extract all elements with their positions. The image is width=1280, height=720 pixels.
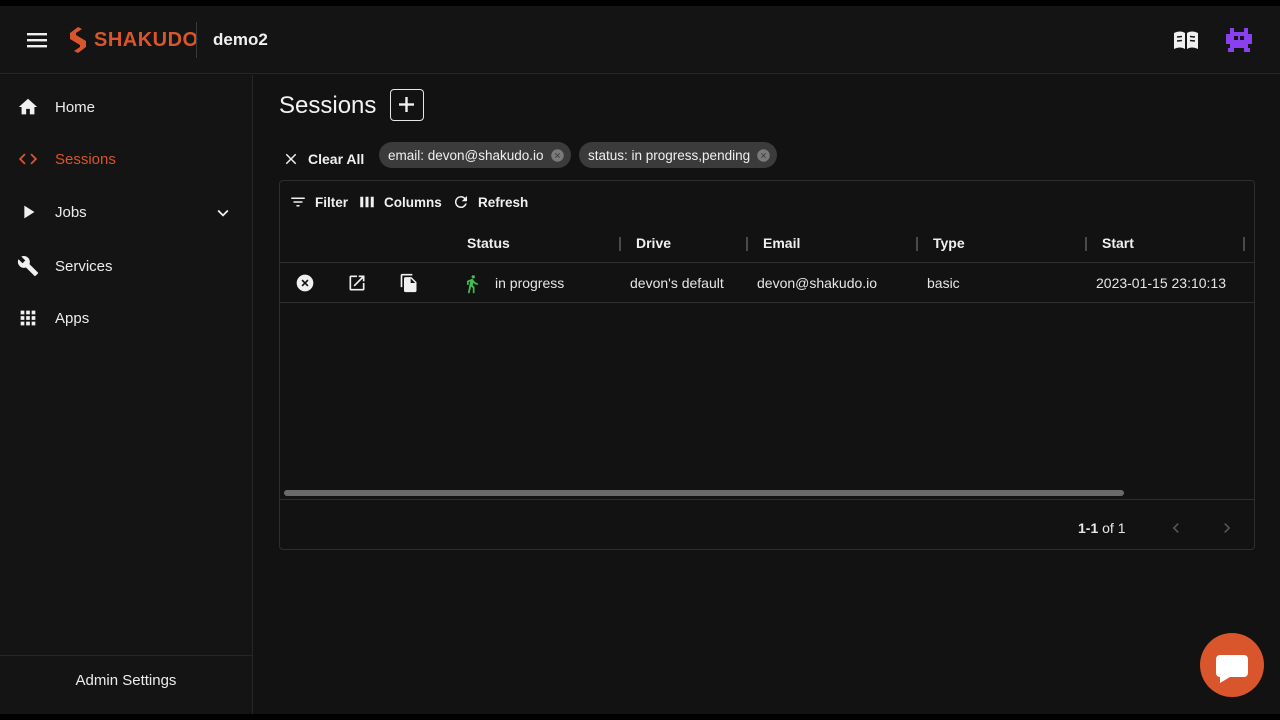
app-window: SHAKUDO demo2 Home Sessions Jobs Service… [0,6,1280,714]
sessions-table: Filter Columns Refresh Status Drive Emai… [279,180,1255,550]
apps-grid-icon [17,307,39,329]
column-separator[interactable] [1243,237,1245,251]
sidebar-item-label: Services [55,257,113,275]
previous-page-icon[interactable] [1166,518,1186,538]
filter-chip-email: email: devon@shakudo.io [379,142,571,168]
sidebar-item-label: Apps [55,309,90,327]
running-status-icon [462,273,482,294]
column-separator[interactable] [1085,237,1087,251]
copy-icon[interactable] [399,273,419,293]
column-header-start[interactable]: Start [1102,235,1134,251]
play-icon [17,201,39,223]
wrench-icon [17,255,39,277]
add-session-button[interactable] [390,89,424,121]
start-cell: 2023-01-15 23:10:13 [1096,275,1226,291]
column-separator[interactable] [619,237,621,251]
sidebar-item-label: Home [55,98,96,116]
sidebar-item-apps[interactable]: Apps [0,294,252,342]
column-header-type[interactable]: Type [933,235,965,251]
table-footer-divider [280,499,1254,500]
sidebar-item-services[interactable]: Services [0,242,252,290]
chat-launcher-button[interactable] [1200,633,1264,697]
code-icon [17,148,39,170]
filter-chip-label: email: devon@shakudo.io [388,147,544,163]
table-row[interactable]: in progress devon's default devon@shakud… [280,263,1254,303]
cancel-session-icon[interactable] [295,273,315,293]
status-cell: in progress [495,275,565,291]
table-toolbar: Filter Columns Refresh [280,181,1254,223]
remove-filter-icon[interactable] [550,148,565,163]
columns-button[interactable]: Columns [358,193,442,211]
sidebar-divider [0,655,252,656]
columns-icon [360,196,374,208]
sidebar-item-jobs[interactable]: Jobs [0,188,252,236]
shakudo-logo-icon [70,27,86,53]
clear-all-button[interactable]: Clear All [282,144,364,174]
clear-all-label: Clear All [308,151,365,167]
refresh-button[interactable]: Refresh [452,193,528,211]
filter-chip-label: status: in progress,pending [588,147,751,163]
columns-label: Columns [384,194,442,210]
next-page-icon[interactable] [1217,518,1237,538]
sidebar-item-label: Jobs [55,203,87,221]
sidebar-item-home[interactable]: Home [0,83,252,131]
docs-book-icon[interactable] [1172,28,1200,52]
column-header-drive[interactable]: Drive [636,235,671,251]
column-header-status[interactable]: Status [467,235,510,251]
chat-icon [1216,655,1248,683]
sidebar-item-label: Sessions [55,150,116,168]
remove-filter-icon[interactable] [756,148,771,163]
header-divider [196,22,197,58]
user-avatar[interactable] [1224,24,1254,54]
filter-icon [291,197,305,207]
drive-cell: devon's default [630,275,724,291]
open-external-icon[interactable] [347,273,367,293]
admin-settings-link[interactable]: Admin Settings [0,672,252,689]
pagination-info: 1-1 of 1 [1078,520,1125,536]
refresh-icon [454,196,467,209]
filter-button[interactable]: Filter [289,193,348,211]
shakudo-logo[interactable]: SHAKUDO [66,25,199,55]
column-separator[interactable] [916,237,918,251]
type-cell: basic [927,275,960,291]
page-title: Sessions [279,92,377,119]
chevron-down-icon[interactable] [212,202,234,224]
workspace-name: demo2 [213,30,268,49]
sidebar-item-sessions[interactable]: Sessions [0,135,252,183]
horizontal-scrollbar[interactable] [284,490,1124,496]
close-icon [285,153,297,165]
menu-icon[interactable] [24,28,50,52]
filter-label: Filter [315,194,349,210]
column-separator[interactable] [746,237,748,251]
home-icon [17,96,39,118]
email-cell: devon@shakudo.io [757,275,878,291]
plus-icon [399,97,414,112]
top-bar: SHAKUDO demo2 [0,6,1280,74]
filter-chip-status: status: in progress,pending [579,142,778,168]
table-header: Status Drive Email Type Start [280,223,1254,263]
column-header-email[interactable]: Email [763,235,800,251]
pagination-total: of 1 [1102,520,1126,536]
refresh-label: Refresh [478,194,529,210]
sidebar: Home Sessions Jobs Services Apps Admin S… [0,75,253,714]
brand-name: SHAKUDO [94,28,199,51]
pagination-range: 1-1 [1078,520,1099,536]
